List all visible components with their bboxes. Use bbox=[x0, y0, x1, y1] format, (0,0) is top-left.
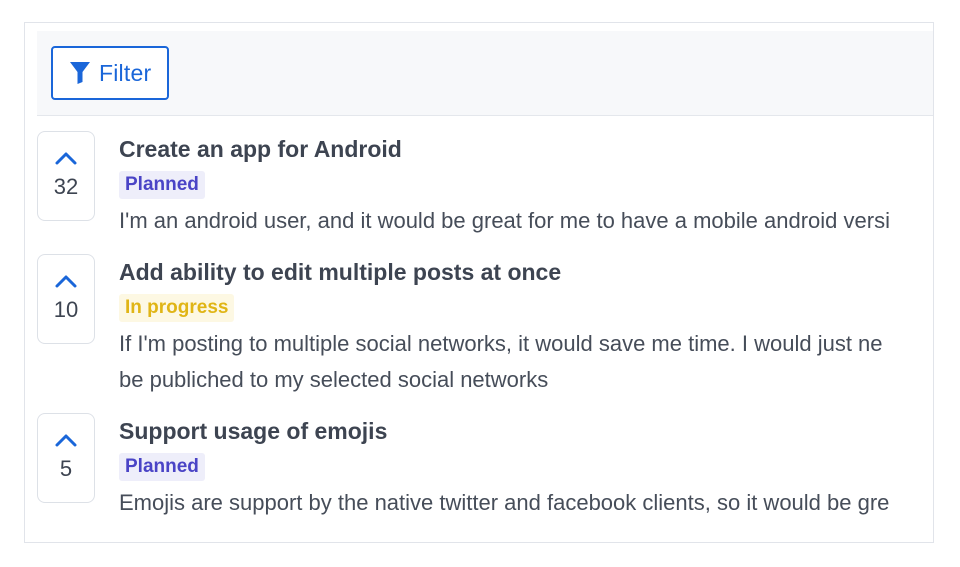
filter-funnel-icon bbox=[69, 61, 91, 85]
status-badge: Planned bbox=[119, 453, 205, 481]
vote-count: 32 bbox=[53, 174, 79, 199]
post-description: If I'm posting to multiple social networ… bbox=[119, 331, 883, 356]
chevron-up-icon bbox=[54, 273, 78, 289]
toolbar: Filter bbox=[37, 31, 933, 116]
chevron-up-icon bbox=[54, 432, 78, 448]
feedback-board: Filter 32 Create an app for Android Plan… bbox=[24, 22, 934, 543]
vote-count: 10 bbox=[53, 297, 79, 322]
post-description: Emojis are support by the native twitter… bbox=[119, 490, 890, 515]
post-title[interactable]: Add ability to edit multiple posts at on… bbox=[119, 258, 933, 286]
upvote-button[interactable]: 5 bbox=[37, 413, 95, 503]
post-description: I'm an android user, and it would be gre… bbox=[119, 208, 890, 233]
post-title[interactable]: Support usage of emojis bbox=[119, 417, 933, 445]
upvote-button[interactable]: 32 bbox=[37, 131, 95, 221]
post-description-continued: be publiched to my selected social netwo… bbox=[119, 367, 549, 392]
filter-button-label: Filter bbox=[99, 59, 152, 86]
chevron-up-icon bbox=[54, 150, 78, 166]
upvote-button[interactable]: 10 bbox=[37, 254, 95, 344]
status-badge: In progress bbox=[119, 294, 235, 322]
status-badge: Planned bbox=[119, 171, 205, 199]
post-title[interactable]: Create an app for Android bbox=[119, 135, 933, 163]
filter-button[interactable]: Filter bbox=[51, 46, 169, 100]
vote-count: 5 bbox=[59, 456, 73, 481]
